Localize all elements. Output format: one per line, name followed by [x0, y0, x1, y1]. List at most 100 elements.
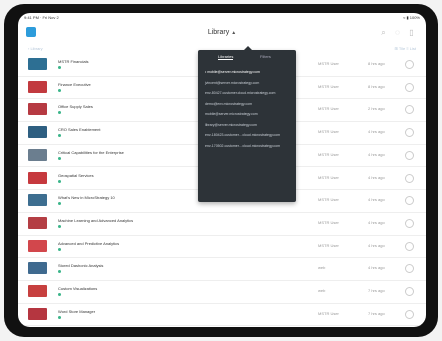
dossier-thumbnail	[28, 103, 47, 116]
status-dot	[58, 224, 61, 228]
dossier-title: Critical Capabilities for the Enterprise	[58, 149, 124, 155]
dossier-title: MSTR Financials	[58, 59, 89, 64]
library-item[interactable]: library@server.microstrategy.com	[205, 123, 257, 127]
dropdown-tabs: Libraries Filters	[198, 52, 296, 62]
more-icon[interactable]: ▯	[407, 28, 416, 37]
info-icon[interactable]	[405, 309, 414, 319]
info-icon[interactable]	[405, 264, 414, 274]
top-bar: Library ▲ ⌕ ◌ ▯	[18, 22, 426, 44]
status-dot	[58, 88, 61, 92]
dossier-title: Finance Executive	[58, 81, 91, 87]
owner-label: MSTR User	[318, 151, 339, 157]
dossier-thumbnail	[28, 194, 47, 207]
modified-date: 7 hrs ago	[368, 310, 385, 316]
dossier-title: Advanced and Predictive Analytics	[58, 240, 120, 246]
status-dot	[58, 293, 61, 296]
info-icon[interactable]	[405, 218, 414, 228]
app-screen: 9:41 PM · Fri Nov 2 ≈ ▮ 100% Library ▲ ⌕…	[18, 13, 426, 327]
owner-label: MSTR User	[318, 310, 339, 316]
owner-label: web	[318, 288, 326, 293]
owner-label: MSTR User	[318, 61, 339, 66]
info-icon[interactable]	[405, 105, 414, 115]
back-link[interactable]: ‹ Library	[28, 46, 43, 51]
caret-up-icon: ▲	[231, 30, 237, 36]
dossier-title: CRO Sales Enablement	[58, 127, 101, 133]
status-indicators: ≈ ▮ 100%	[403, 15, 420, 20]
dossier-thumbnail	[28, 285, 47, 297]
library-title: Library	[207, 29, 230, 36]
search-icon[interactable]: ⌕	[379, 28, 388, 37]
modified-date: 8 hrs ago	[368, 83, 385, 89]
owner-label: MSTR User	[318, 83, 339, 89]
owner-label: MSTR User	[318, 219, 339, 225]
library-item[interactable]: jvincent@server.microstrategy.com	[205, 81, 259, 85]
dropdown-arrow	[244, 46, 252, 50]
dossier-title: Office Supply Sales	[58, 104, 93, 110]
status-dot	[58, 66, 61, 69]
owner-label: MSTR User	[318, 242, 339, 248]
dossier-thumbnail	[28, 58, 47, 70]
status-dot	[58, 156, 61, 160]
list-item[interactable]: Advanced and Predictive Analytics MSTR Us…	[18, 235, 426, 259]
info-icon[interactable]	[405, 287, 414, 296]
dossier-thumbnail	[28, 171, 47, 184]
list-item[interactable]: Custom Visualizations web 7 hrs ago	[18, 280, 426, 304]
modified-date: 7 hrs ago	[368, 288, 385, 293]
library-switcher[interactable]: Library ▲	[18, 29, 426, 36]
dossier-title: Geospatial Services	[58, 172, 94, 178]
list-item[interactable]: Life as a new HireMSTR User7 hrs ago	[18, 325, 426, 327]
owner-label: MSTR User	[318, 197, 339, 203]
modified-date: 4 hrs ago	[368, 174, 385, 180]
info-icon[interactable]	[405, 173, 414, 183]
status-dot	[58, 111, 61, 115]
dossier-thumbnail	[28, 239, 47, 252]
status-dot	[58, 315, 61, 319]
modified-date: 4 hrs ago	[368, 129, 385, 135]
dossier-thumbnail	[28, 307, 47, 320]
dossier-title: Stored Dashonic Analysis	[58, 263, 104, 269]
dossier-title: Machine Learning and Advanced Analytics	[58, 217, 134, 223]
status-dot	[58, 247, 61, 251]
status-bar: 9:41 PM · Fri Nov 2 ≈ ▮ 100%	[18, 13, 426, 22]
status-dot	[58, 270, 61, 274]
owner-label: web	[318, 265, 326, 271]
account-icon[interactable]: ◌	[393, 28, 402, 37]
dossier-thumbnail	[28, 262, 47, 275]
info-icon[interactable]	[405, 196, 414, 206]
dossier-title: Word Store Manager	[58, 308, 96, 314]
library-item[interactable]: mobile@server.microstrategy.com	[205, 112, 258, 116]
library-item[interactable]: env-170502.customer…cloud.microstrategy.…	[205, 144, 280, 148]
dossier-title: What's New in MicroStrategy 10	[58, 195, 115, 201]
list-item[interactable]: Machine Learning and Advanced Analytics M…	[18, 212, 426, 236]
info-icon[interactable]	[405, 82, 414, 92]
dossier-thumbnail	[28, 80, 47, 93]
info-icon[interactable]	[405, 241, 414, 251]
info-icon[interactable]	[405, 128, 414, 138]
dossier-thumbnail	[28, 126, 47, 139]
modified-date: 4 hrs ago	[368, 265, 385, 271]
library-dropdown: Libraries Filters • mobile@server.micros…	[198, 46, 296, 202]
modified-date: 4 hrs ago	[368, 242, 385, 248]
status-time: 9:41 PM · Fri Nov 2	[24, 15, 59, 20]
library-item[interactable]: env-180423.customer…cloud.microstrategy.…	[205, 133, 280, 137]
ipad-frame: 9:41 PM · Fri Nov 2 ≈ ▮ 100% Library ▲ ⌕…	[4, 4, 438, 337]
library-item[interactable]: demo@env.microstrategy.com	[205, 102, 252, 106]
list-item[interactable]: Word Store Manager MSTR User 7 hrs ago	[18, 303, 426, 327]
dossier-thumbnail	[28, 148, 47, 161]
owner-label: MSTR User	[318, 129, 339, 135]
view-toggle[interactable]: ⊞ Tile ≡ List	[395, 46, 416, 51]
modified-date: 4 hrs ago	[368, 197, 385, 203]
tab-libraries[interactable]: Libraries	[218, 54, 234, 60]
library-item[interactable]: • mobile@server.microstrategy.com	[205, 70, 260, 74]
owner-label: MSTR User	[318, 106, 339, 112]
library-item[interactable]: env-80427.customer.cloud.microstrategy.c…	[205, 91, 275, 95]
dossier-thumbnail	[28, 216, 47, 229]
status-dot	[58, 179, 61, 183]
info-icon[interactable]	[405, 150, 414, 160]
tab-filters[interactable]: Filters	[260, 54, 271, 59]
modified-date: 4 hrs ago	[368, 219, 385, 225]
modified-date: 4 hrs ago	[368, 151, 385, 157]
info-icon[interactable]	[405, 60, 414, 69]
status-dot	[58, 134, 61, 138]
list-item[interactable]: Stored Dashonic Analysis web 4 hrs ago	[18, 257, 426, 281]
